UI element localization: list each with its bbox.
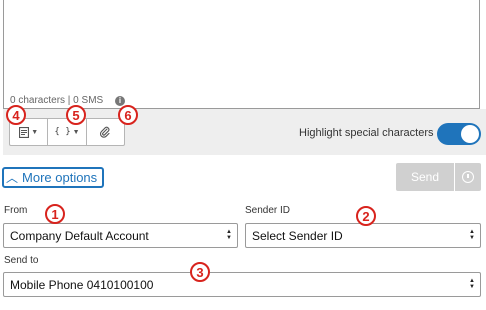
curly-braces-icon: { } bbox=[54, 127, 71, 137]
sender-id-select[interactable]: Select Sender ID ▲ ▼ bbox=[245, 223, 481, 248]
marker-4: 4 bbox=[6, 105, 26, 125]
clock-icon bbox=[462, 171, 474, 183]
select-arrows-icon: ▲ ▼ bbox=[226, 229, 232, 241]
sender-id-value: Select Sender ID bbox=[252, 228, 343, 243]
select-arrows-icon: ▲ ▼ bbox=[469, 229, 475, 241]
message-input[interactable] bbox=[4, 0, 483, 96]
marker-6: 6 bbox=[118, 105, 138, 125]
chevron-down-icon: ▼ bbox=[72, 128, 80, 136]
message-box[interactable] bbox=[3, 0, 483, 109]
send-to-select[interactable]: Mobile Phone 0410100100 ▲ ▼ bbox=[3, 272, 481, 297]
send-to-label: Send to bbox=[4, 255, 39, 266]
marker-3: 3 bbox=[190, 262, 210, 282]
attachment-button[interactable] bbox=[87, 119, 124, 145]
paperclip-icon bbox=[100, 126, 110, 138]
select-arrows-icon: ▲ ▼ bbox=[469, 278, 475, 290]
marker-2: 2 bbox=[356, 206, 376, 226]
tool-group: ▼ { } ▼ bbox=[9, 118, 125, 146]
template-icon bbox=[19, 126, 30, 138]
from-value: Company Default Account bbox=[10, 228, 149, 243]
chevron-down-icon: ▼ bbox=[31, 128, 39, 136]
from-label: From bbox=[4, 205, 28, 216]
send-label: Send bbox=[410, 170, 440, 184]
send-to-value: Mobile Phone 0410100100 bbox=[10, 277, 154, 292]
highlight-toggle[interactable] bbox=[437, 123, 481, 145]
marker-1: 1 bbox=[45, 204, 65, 224]
from-select[interactable]: Company Default Account ▲ ▼ bbox=[3, 223, 238, 248]
send-button[interactable]: Send bbox=[396, 163, 454, 191]
sender-id-label: Sender ID bbox=[245, 205, 291, 216]
highlight-label: Highlight special characters bbox=[299, 127, 434, 139]
marker-5: 5 bbox=[66, 105, 86, 125]
toggle-knob bbox=[461, 125, 479, 143]
schedule-button[interactable] bbox=[455, 163, 481, 191]
info-icon[interactable]: i bbox=[115, 96, 125, 106]
more-options-button[interactable]: ︿ More options bbox=[2, 167, 104, 188]
more-options-label: More options bbox=[22, 170, 98, 185]
character-counter: 0 characters | 0 SMS bbox=[10, 95, 104, 106]
chevron-up-icon: ︿ bbox=[6, 171, 19, 185]
